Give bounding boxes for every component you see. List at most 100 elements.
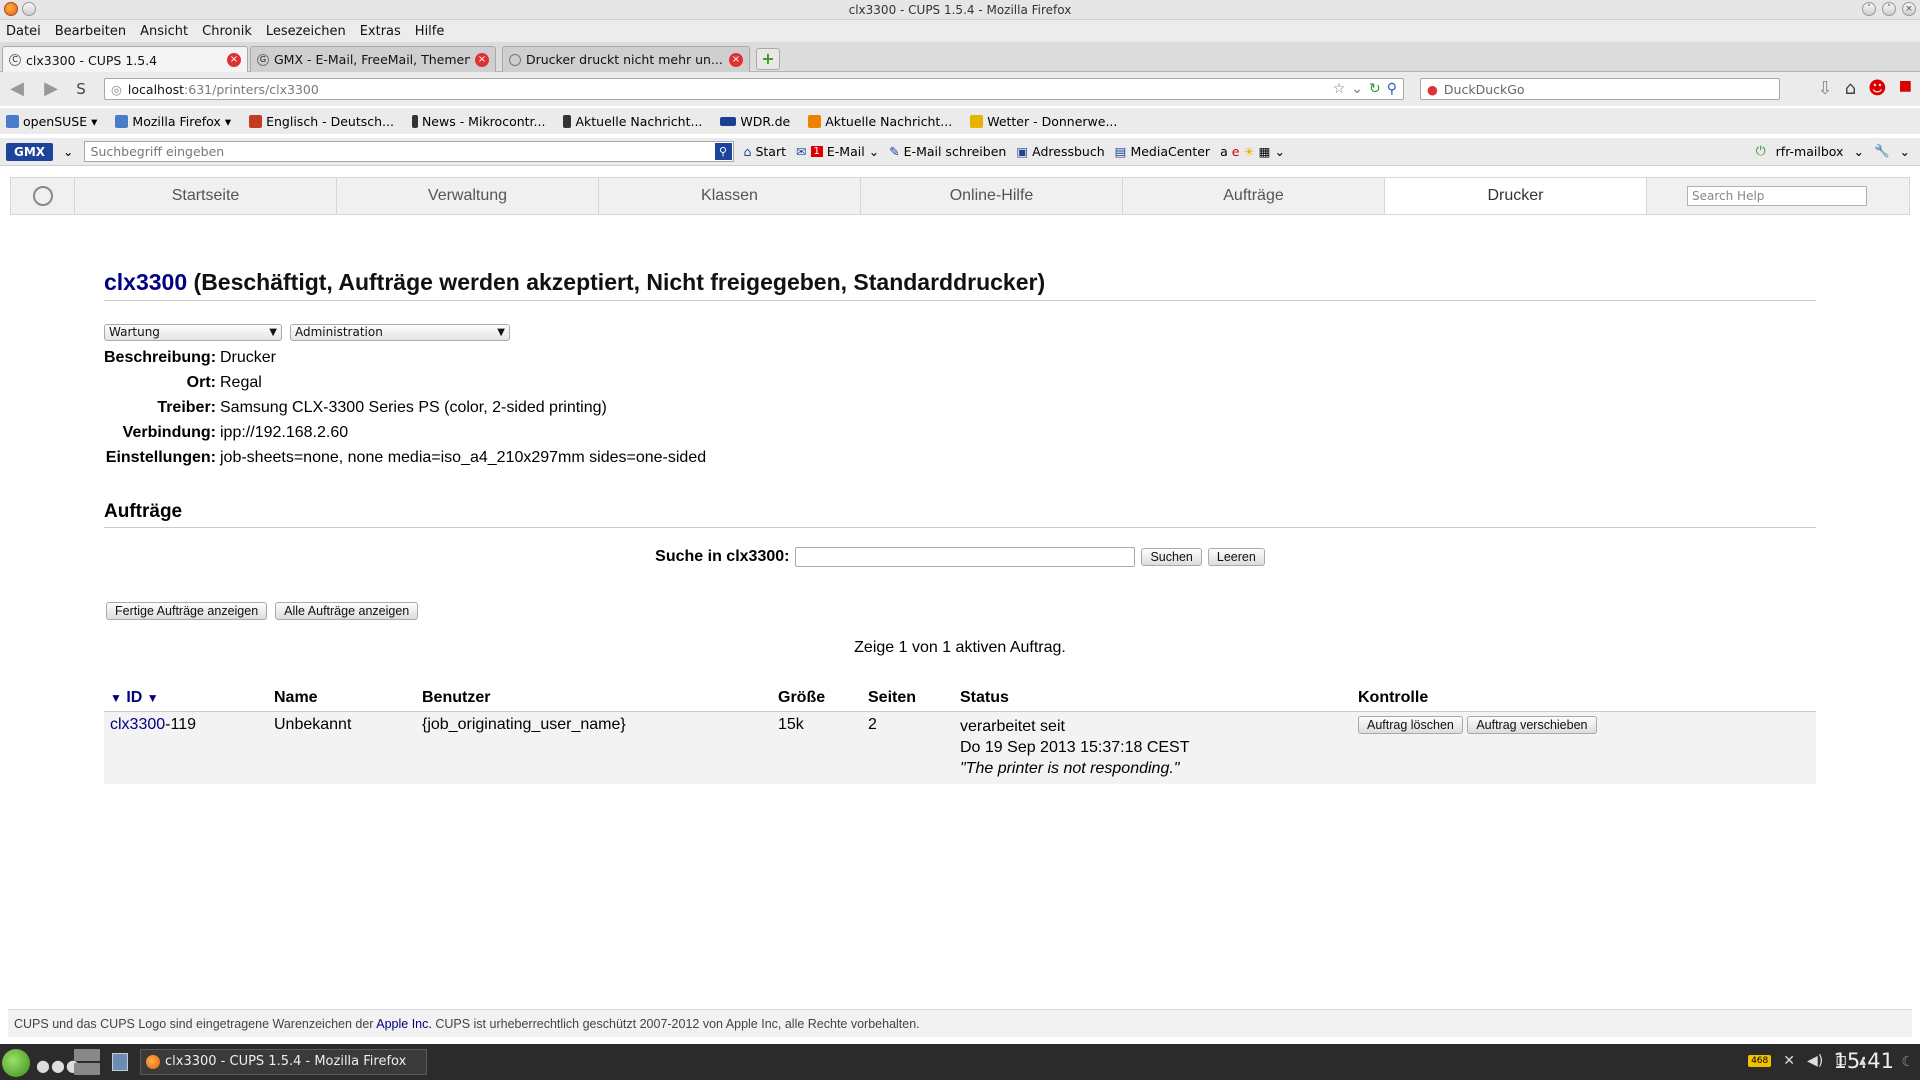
menu-lesezeichen[interactable]: Lesezeichen [266,24,346,39]
job-filter-buttons: Fertige Aufträge anzeigen Alle Aufträge … [106,602,419,620]
search-help-input[interactable]: Search Help [1687,186,1867,206]
page-info-icon[interactable]: ◎ [111,82,122,97]
menu-extras[interactable]: Extras [360,24,401,39]
home-icon[interactable]: ⌂ [1845,78,1856,99]
tab-close-icon[interactable]: × [729,52,743,67]
bookmark-opensuse[interactable]: openSUSE ▾ [6,114,97,129]
reload-icon[interactable]: ↻ [1369,81,1381,97]
power-icon[interactable]: ⏻ [1756,143,1766,159]
new-tab-button[interactable]: + [756,48,780,70]
printer-name-link[interactable]: clx3300 [104,269,187,295]
bookmark-wdr[interactable]: WDR.de [720,114,790,129]
tab-drucker[interactable]: Drucker [1385,178,1647,214]
desktop-switcher-icon[interactable] [74,1049,100,1075]
cups-favicon-icon: C [9,54,21,66]
tab-klassen[interactable]: Klassen [599,178,861,214]
sort-down-icon[interactable]: ▼ [147,691,159,705]
cups-logo-icon[interactable] [11,178,75,214]
start-menu-icon[interactable] [2,1049,30,1077]
tab-close-icon[interactable]: × [227,53,241,67]
column-id[interactable]: ▼ ID ▼ [104,685,268,712]
forward-icon[interactable]: ▶ [40,78,62,100]
menu-ansicht[interactable]: Ansicht [140,24,188,39]
bookmark-news-2[interactable]: Aktuelle Nachricht... [808,114,952,129]
move-job-button[interactable]: Auftrag verschieben [1467,716,1597,734]
night-mode-icon[interactable]: ☾ [1901,1054,1914,1070]
download-icon[interactable]: ⇩ [1817,78,1832,99]
sort-down-icon[interactable]: ▼ [110,691,122,705]
gmx-addressbook[interactable]: ▣ Adressbuch [1016,144,1104,159]
apple-link[interactable]: Apple Inc. [376,1017,432,1031]
history-dropdown-icon[interactable]: ⌄ [1351,81,1363,97]
gmx-menu-chevron-icon[interactable]: ⌄ [63,144,73,159]
duckduckgo-icon[interactable]: ● [1427,82,1438,97]
column-id-label[interactable]: ID [126,689,142,706]
gmx-account[interactable]: rfr-mailbox [1776,144,1844,159]
menu-bearbeiten[interactable]: Bearbeiten [55,24,126,39]
search-engine-bar[interactable]: ● DuckDuckGo [1420,78,1780,100]
job-search-input[interactable] [795,547,1136,567]
amazon-icon[interactable]: a [1220,144,1228,159]
maintenance-select[interactable]: Wartung ▼ [104,324,282,341]
detail-value: ipp://192.168.2.60 [220,423,349,441]
menu-chronik[interactable]: Chronik [202,24,252,39]
tab-online-hilfe[interactable]: Online-Hilfe [861,178,1123,214]
gmx-email[interactable]: ✉ 1 E-Mail ⌄ [796,144,879,159]
tab-verwaltung[interactable]: Verwaltung [337,178,599,214]
url-path: :631/printers/clx3300 [184,81,319,97]
bookmark-weather[interactable]: Wetter - Donnerwe... [970,114,1117,129]
addon-face-icon[interactable]: ☻ [1868,78,1887,99]
minimize-icon[interactable]: ˅ [1862,2,1876,16]
addon-icon[interactable]: ■ [1899,78,1912,99]
job-name-cell: Unbekannt [268,711,416,784]
calculator-icon[interactable]: ▦ [1259,144,1271,159]
clear-button[interactable]: Leeren [1207,548,1265,566]
cups-navigation: Startseite Verwaltung Klassen Online-Hil… [10,177,1910,215]
clock[interactable]: 15:41 [1833,1049,1894,1073]
weather-icon[interactable]: ☀ [1243,144,1254,159]
tab-cups[interactable]: C clx3300 - CUPS 1.5.4 × [2,46,248,73]
settings-chevron-icon[interactable]: ⌄ [1900,144,1910,159]
battery-icon[interactable]: 468 [1748,1055,1772,1067]
job-printer-link[interactable]: clx3300 [110,716,165,733]
tab-startseite[interactable]: Startseite [75,178,337,214]
tab-forum[interactable]: Drucker druckt nicht mehr un... × [502,46,750,72]
cancel-job-button[interactable]: Auftrag löschen [1358,716,1463,734]
gmx-start[interactable]: ⌂ Start [744,144,786,159]
gmx-search-input[interactable]: Suchbegriff eingeben ⚲ [83,141,734,162]
account-chevron-icon[interactable]: ⌄ [1853,144,1863,159]
wrench-icon[interactable]: 🔧 [1874,143,1890,159]
gmx-logo[interactable]: GMX [6,142,54,161]
firefox-icon [146,1055,160,1069]
gmx-mediacenter[interactable]: ▤ MediaCenter [1115,144,1210,159]
menu-datei[interactable]: Datei [6,24,41,39]
url-search-icon[interactable]: ⚲ [1387,81,1397,97]
url-bar[interactable]: ◎ localhost:631/printers/clx3300 ☆ ⌄ ↻ ⚲ [104,78,1404,100]
bookmark-dict[interactable]: Englisch - Deutsch... [249,114,394,129]
file-manager-icon[interactable] [112,1053,128,1071]
taskbar-firefox-task[interactable]: clx3300 - CUPS 1.5.4 - Mozilla Firefox [140,1049,427,1075]
bookmark-mozilla-firefox[interactable]: Mozilla Firefox ▾ [115,114,231,129]
search-icon[interactable]: ⚲ [714,143,732,160]
volume-icon[interactable]: ◀) [1807,1053,1823,1069]
sync-icon[interactable]: S [70,78,92,100]
bookmark-news-1[interactable]: Aktuelle Nachricht... [563,114,702,129]
tab-close-icon[interactable]: × [475,52,489,67]
back-icon[interactable]: ◀ [6,78,28,100]
search-button[interactable]: Suchen [1141,548,1202,566]
more-chevron-icon[interactable]: ⌄ [1274,144,1284,159]
show-completed-jobs-button[interactable]: Fertige Aufträge anzeigen [106,602,268,620]
job-control-cell: Auftrag löschen Auftrag verschieben [1352,711,1816,784]
bookmark-star-icon[interactable]: ☆ [1333,81,1346,97]
maximize-icon[interactable]: ˄ [1882,2,1896,16]
close-icon[interactable]: × [1902,2,1916,16]
administration-select[interactable]: Administration ▼ [290,324,510,341]
bookmark-mikrocontroller[interactable]: News - Mikrocontr... [411,114,545,129]
menu-hilfe[interactable]: Hilfe [415,24,445,39]
show-all-jobs-button[interactable]: Alle Aufträge anzeigen [275,602,419,620]
tab-gmx[interactable]: G GMX - E-Mail, FreeMail, Themen... × [250,46,496,72]
gmx-compose[interactable]: ✎ E-Mail schreiben [889,144,1006,159]
tab-auftraege[interactable]: Aufträge [1123,178,1385,214]
ebay-icon[interactable]: e [1232,144,1240,159]
bluetooth-icon[interactable]: ✕ [1783,1053,1795,1069]
